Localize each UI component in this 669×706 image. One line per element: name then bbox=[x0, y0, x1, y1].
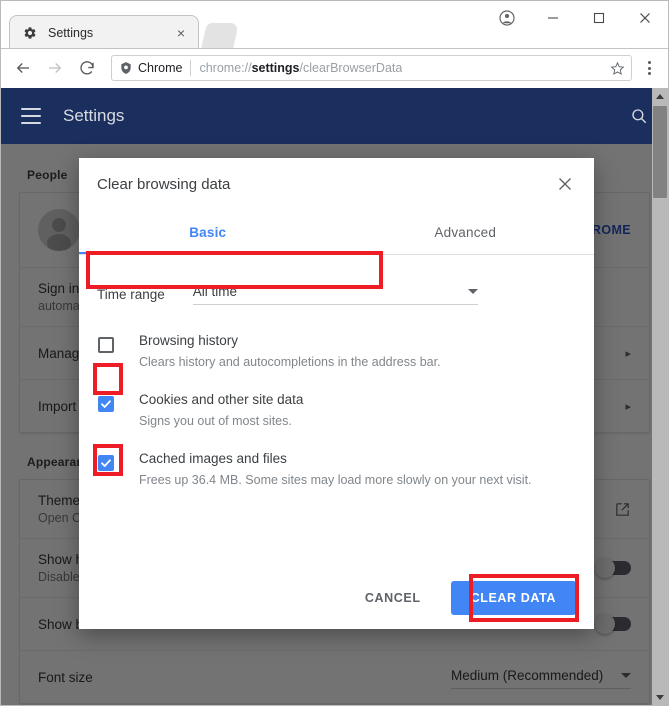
tab-basic[interactable]: Basic bbox=[79, 210, 337, 254]
chevron-down-icon bbox=[468, 289, 478, 294]
omnibox-chip-label: Chrome bbox=[138, 61, 182, 75]
checkbox-wrapper bbox=[97, 455, 115, 471]
cancel-button[interactable]: CANCEL bbox=[355, 582, 431, 614]
hamburger-menu-icon[interactable] bbox=[21, 108, 41, 124]
browser-window: Settings × Chrome chrome://settings/clea… bbox=[0, 0, 669, 706]
option-subtitle: Clears history and autocompletions in th… bbox=[139, 354, 576, 370]
toggle-show-bookmarks-bar[interactable] bbox=[597, 617, 631, 631]
toggle-show-home-button[interactable] bbox=[597, 561, 631, 575]
option-subtitle: Signs you out of most sites. bbox=[139, 413, 576, 429]
close-icon[interactable] bbox=[554, 173, 576, 195]
scroll-down-arrow-icon[interactable] bbox=[652, 689, 668, 705]
url-host: settings bbox=[252, 61, 300, 75]
font-size-value: Medium (Recommended) bbox=[451, 668, 603, 683]
time-range-label: Time range bbox=[97, 287, 165, 302]
dialog-tabs: Basic Advanced bbox=[79, 210, 594, 255]
omnibox-url: chrome://settings/clearBrowserData bbox=[199, 61, 402, 75]
active-tab-indicator bbox=[79, 252, 337, 254]
page-scrollbar[interactable] bbox=[652, 88, 668, 705]
checkbox-cookies[interactable] bbox=[98, 396, 114, 412]
page-title: Settings bbox=[63, 106, 124, 126]
clear-data-button[interactable]: CLEAR DATA bbox=[451, 581, 576, 615]
checkbox-cached-images[interactable] bbox=[98, 455, 114, 471]
dialog-body: Time range All time Browsing history Cle… bbox=[79, 255, 594, 567]
dialog-actions: CANCEL CLEAR DATA bbox=[79, 567, 594, 629]
option-title: Cached images and files bbox=[139, 451, 576, 468]
option-title: Cookies and other site data bbox=[139, 392, 576, 409]
chevron-right-icon: ▸ bbox=[625, 400, 631, 413]
option-cookies[interactable]: Cookies and other site data Signs you ou… bbox=[97, 392, 576, 429]
avatar bbox=[38, 209, 80, 251]
option-browsing-history[interactable]: Browsing history Clears history and auto… bbox=[97, 333, 576, 370]
option-text: Browsing history Clears history and auto… bbox=[139, 333, 576, 370]
tab-close-icon[interactable]: × bbox=[172, 24, 190, 42]
settings-top-bar: Settings bbox=[1, 88, 668, 144]
browser-tab-settings[interactable]: Settings × bbox=[9, 15, 199, 49]
bookmark-star-icon[interactable] bbox=[604, 61, 625, 76]
title-bar: Settings × bbox=[1, 1, 668, 49]
dialog-header: Clear browsing data bbox=[79, 158, 594, 210]
option-subtitle: Frees up 36.4 MB. Some sites may load mo… bbox=[139, 472, 576, 488]
security-shield-icon bbox=[118, 61, 133, 76]
external-link-icon bbox=[614, 501, 631, 518]
tab-strip: Settings × bbox=[1, 15, 668, 49]
new-tab-button[interactable] bbox=[201, 23, 239, 49]
url-prefix: chrome:// bbox=[199, 61, 251, 75]
back-button[interactable] bbox=[9, 54, 37, 82]
option-cached-images[interactable]: Cached images and files Frees up 36.4 MB… bbox=[97, 451, 576, 488]
time-range-row: Time range All time bbox=[97, 277, 576, 311]
omnibox-separator bbox=[190, 60, 191, 76]
option-text: Cookies and other site data Signs you ou… bbox=[139, 392, 576, 429]
scrollbar-thumb[interactable] bbox=[653, 106, 667, 198]
gear-icon bbox=[22, 25, 38, 41]
scroll-up-arrow-icon[interactable] bbox=[652, 88, 668, 104]
option-title: Browsing history bbox=[139, 333, 576, 350]
time-range-select[interactable]: All time bbox=[193, 284, 478, 305]
checkbox-wrapper bbox=[97, 337, 115, 353]
chrome-menu-button[interactable] bbox=[638, 55, 660, 81]
font-size-select[interactable]: Medium (Recommended) bbox=[451, 665, 631, 689]
browser-toolbar: Chrome chrome://settings/clearBrowserDat… bbox=[1, 49, 668, 87]
chevron-right-icon: ▸ bbox=[625, 347, 631, 360]
time-range-value: All time bbox=[193, 284, 237, 299]
url-path: /clearBrowserData bbox=[300, 61, 403, 75]
forward-button[interactable] bbox=[41, 54, 69, 82]
chevron-down-icon bbox=[621, 673, 631, 678]
row-title: Font size bbox=[38, 670, 451, 685]
settings-row-font-size[interactable]: Font size Medium (Recommended) bbox=[20, 651, 649, 703]
option-text: Cached images and files Frees up 36.4 MB… bbox=[139, 451, 576, 488]
dialog-title: Clear browsing data bbox=[97, 176, 230, 193]
checkbox-browsing-history[interactable] bbox=[98, 337, 114, 353]
clear-browsing-data-dialog: Clear browsing data Basic Advanced Time … bbox=[79, 158, 594, 629]
tab-title: Settings bbox=[48, 26, 172, 40]
search-icon[interactable] bbox=[630, 107, 648, 125]
reload-button[interactable] bbox=[73, 54, 101, 82]
tab-advanced[interactable]: Advanced bbox=[337, 210, 595, 254]
checkbox-wrapper bbox=[97, 396, 115, 412]
address-bar[interactable]: Chrome chrome://settings/clearBrowserDat… bbox=[111, 55, 632, 81]
